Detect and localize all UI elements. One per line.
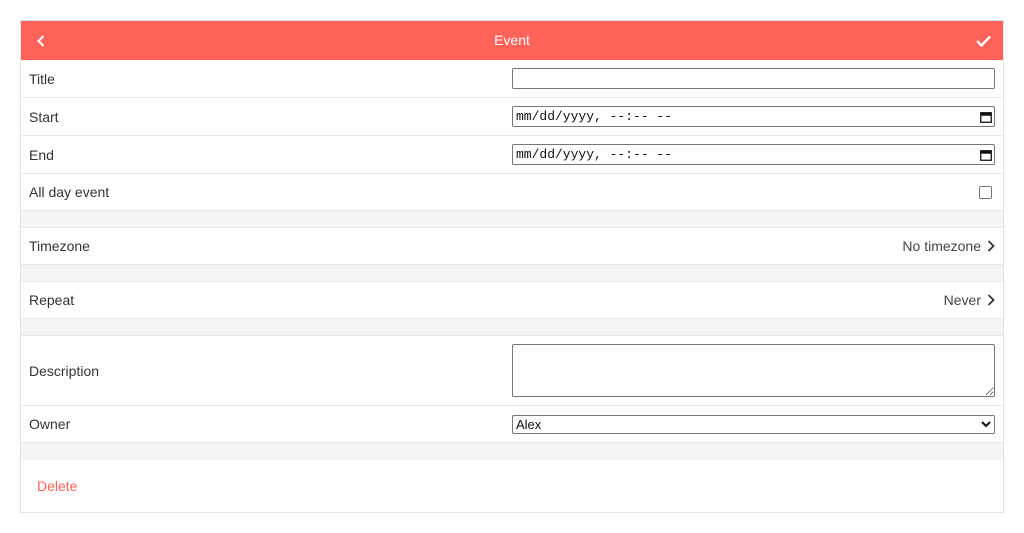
owner-select[interactable]: Alex <box>512 414 995 434</box>
section-spacer <box>21 211 1003 228</box>
calendar-icon[interactable] <box>980 149 992 161</box>
start-datetime-input[interactable]: mm/dd/yyyy, --:-- -- <box>512 106 995 127</box>
delete-button[interactable]: Delete <box>37 478 77 494</box>
back-button[interactable] <box>21 21 61 60</box>
start-label: Start <box>29 108 59 125</box>
start-row: Start mm/dd/yyyy, --:-- -- <box>21 98 1003 136</box>
all-day-row: All day event <box>21 174 1003 211</box>
event-form-panel: Event Title Start mm/dd/yyyy, --:-- -- E… <box>20 20 1004 513</box>
save-button[interactable] <box>963 21 1003 60</box>
repeat-value: Never <box>943 292 981 308</box>
header-bar: Event <box>21 21 1003 60</box>
repeat-selector[interactable]: Never <box>944 292 995 308</box>
end-datetime-input[interactable]: mm/dd/yyyy, --:-- -- <box>512 144 995 165</box>
all-day-label: All day event <box>29 184 110 200</box>
owner-selected-value: Alex <box>516 416 542 432</box>
owner-label: Owner <box>29 416 71 432</box>
timezone-selector[interactable]: No timezone <box>902 238 995 254</box>
timezone-label: Timezone <box>29 238 90 254</box>
calendar-icon[interactable] <box>980 111 992 123</box>
description-textarea[interactable] <box>512 344 995 397</box>
checkmark-icon <box>975 35 991 47</box>
section-spacer <box>21 443 1003 460</box>
chevron-down-icon <box>981 420 991 427</box>
owner-row: Owner Alex <box>21 406 1003 443</box>
title-label: Title <box>29 70 55 87</box>
page-title: Event <box>494 32 530 48</box>
delete-area: Delete <box>21 460 1003 512</box>
repeat-row[interactable]: Repeat Never <box>21 282 1003 319</box>
end-datetime-placeholder: mm/dd/yyyy, --:-- -- <box>516 147 673 162</box>
title-row: Title <box>21 60 1003 98</box>
chevron-left-icon <box>37 34 45 47</box>
start-datetime-placeholder: mm/dd/yyyy, --:-- -- <box>516 109 673 124</box>
chevron-right-icon <box>987 240 995 252</box>
all-day-checkbox[interactable] <box>979 185 992 199</box>
timezone-row[interactable]: Timezone No timezone <box>21 228 1003 265</box>
end-label: End <box>29 146 54 163</box>
repeat-label: Repeat <box>29 292 75 308</box>
title-input[interactable] <box>512 68 995 89</box>
description-label: Description <box>29 362 100 379</box>
chevron-right-icon <box>987 294 995 306</box>
timezone-value: No timezone <box>902 238 981 254</box>
section-spacer <box>21 319 1003 336</box>
description-row: Description <box>21 336 1003 406</box>
end-row: End mm/dd/yyyy, --:-- -- <box>21 136 1003 174</box>
section-spacer <box>21 265 1003 282</box>
